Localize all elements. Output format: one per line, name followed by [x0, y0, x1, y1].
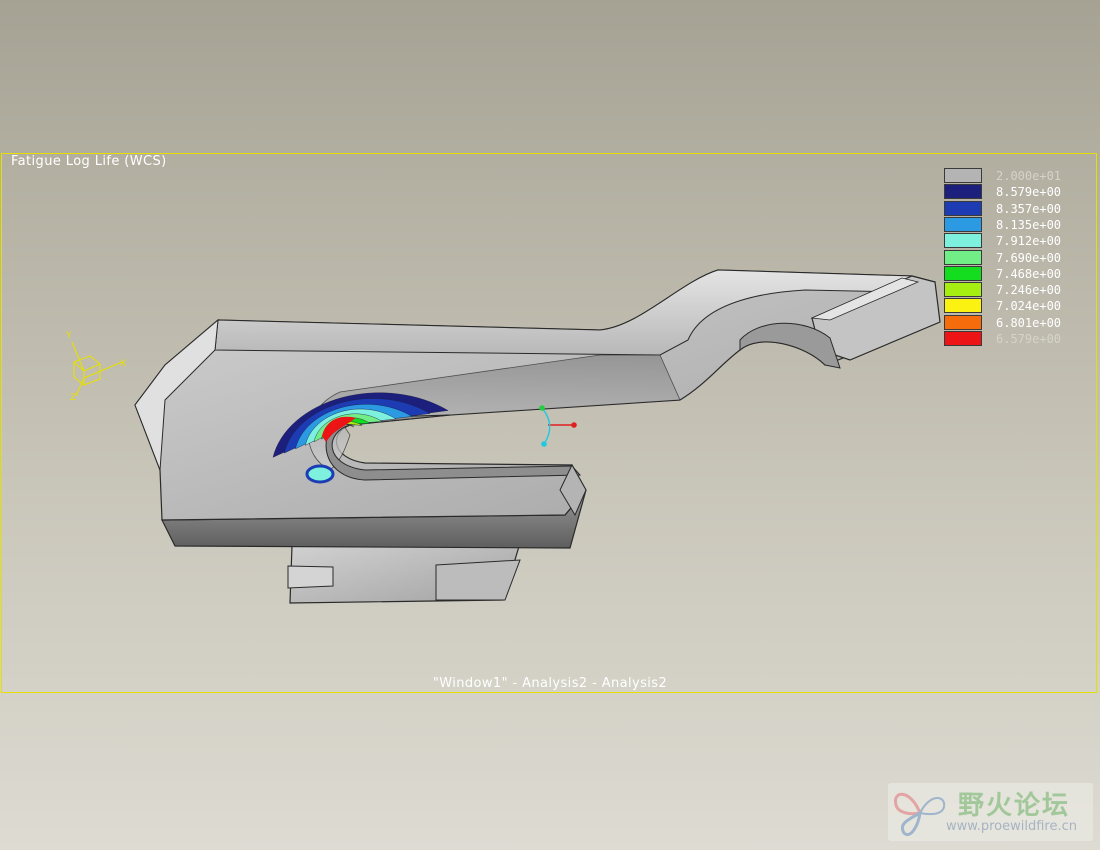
watermark: 野火论坛 www.proewildfire.cn	[888, 783, 1093, 841]
legend-swatch	[944, 282, 982, 298]
legend-value: 7.024e+00	[996, 299, 1062, 314]
legend-entry: 6.579e+00	[944, 331, 1094, 347]
window-caption: "Window1" - Analysis2 - Analysis2	[432, 676, 668, 691]
bracket-part	[134, 269, 941, 549]
wcs-triad-icon: Y X Z	[65, 331, 126, 403]
result-title: Fatigue Log Life (WCS)	[11, 154, 167, 169]
legend-entry: 7.468e+00	[944, 265, 1094, 282]
watermark-title: 野火论坛	[958, 791, 1071, 821]
legend-swatch	[944, 216, 982, 232]
legend-entry: 8.357e+00	[944, 200, 1094, 217]
legend-value: 7.690e+00	[996, 250, 1062, 265]
triad-x-label: X	[120, 359, 126, 369]
legend-swatch	[944, 265, 982, 281]
contour-lower-lobe	[305, 464, 335, 484]
legend-swatch	[944, 200, 982, 216]
butterfly-logo-icon	[893, 792, 946, 836]
legend-swatch	[944, 184, 982, 200]
legend-value: 8.135e+00	[996, 217, 1062, 232]
legend-swatch	[944, 314, 982, 330]
legend-value: 6.579e+00	[996, 332, 1062, 346]
legend-value: 7.246e+00	[996, 283, 1062, 298]
legend-value: 7.468e+00	[996, 266, 1062, 281]
legend-value: 6.801e+00	[996, 315, 1062, 330]
legend-entry: 7.690e+00	[944, 249, 1094, 266]
watermark-url: www.proewildfire.cn	[946, 819, 1077, 834]
legend-value: 8.579e+00	[996, 185, 1062, 200]
legend-swatch	[944, 249, 982, 265]
triad-y-label: Y	[65, 331, 72, 341]
legend-value: 2.000e+01	[996, 169, 1062, 183]
part-csys-marker	[539, 405, 577, 447]
legend-value: 7.912e+00	[996, 234, 1062, 249]
legend-swatch	[944, 331, 982, 346]
legend-swatch	[944, 168, 982, 183]
legend-entry: 6.801e+00	[944, 314, 1094, 331]
legend-entry: 8.135e+00	[944, 216, 1094, 233]
legend-value: 8.357e+00	[996, 201, 1062, 216]
legend-entry: 2.000e+01	[944, 168, 1094, 184]
legend-entry: 7.912e+00	[944, 233, 1094, 249]
legend-entry: 7.024e+00	[944, 298, 1094, 314]
triad-z-label: Z	[70, 393, 76, 403]
legend-entry: 7.246e+00	[944, 282, 1094, 298]
model-view[interactable]: Y X Z	[0, 0, 1100, 850]
legend-swatch	[944, 298, 982, 314]
lower-boss	[287, 542, 521, 604]
legend-swatch	[944, 233, 982, 249]
legend-entry: 8.579e+00	[944, 184, 1094, 200]
